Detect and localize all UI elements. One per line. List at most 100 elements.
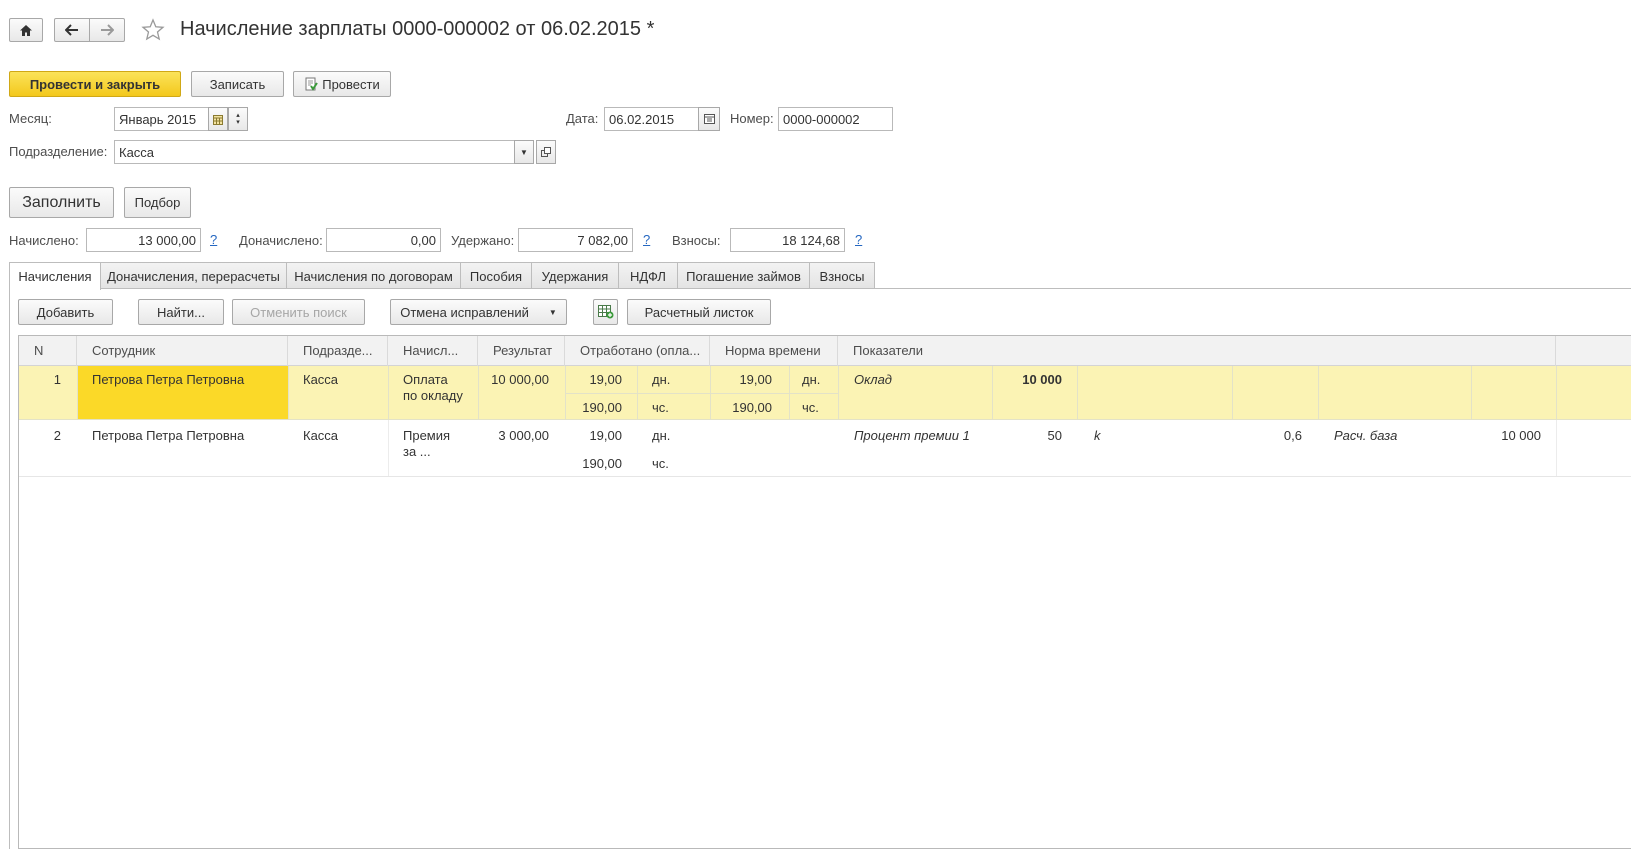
open-link-icon xyxy=(541,147,551,157)
table-row[interactable]: 2 Петрова Петра Петровна Касса Премия за… xyxy=(19,420,1631,477)
month-label: Месяц: xyxy=(9,111,52,126)
department-label: Подразделение: xyxy=(9,144,108,159)
department-field[interactable]: Касса xyxy=(114,140,515,164)
row-divider xyxy=(565,393,838,394)
cancel-fixes-dropdown[interactable]: Отмена исправлений ▼ xyxy=(390,299,567,325)
withheld-help-link[interactable]: ? xyxy=(643,232,650,247)
contributions-help-link[interactable]: ? xyxy=(855,232,862,247)
withheld-label: Удержано: xyxy=(451,233,515,248)
back-button[interactable] xyxy=(54,18,90,42)
department-open-button[interactable] xyxy=(536,140,556,164)
chevron-down-icon: ▼ xyxy=(520,147,528,157)
select-button[interactable]: Подбор xyxy=(124,187,191,218)
col-employee[interactable]: Сотрудник xyxy=(77,336,288,366)
col-divider xyxy=(388,420,389,476)
save-button[interactable]: Записать xyxy=(191,71,284,97)
star-icon xyxy=(141,18,165,41)
employee-name[interactable]: Петрова Петра Петровна xyxy=(92,372,244,387)
tab-loan-repayment[interactable]: Погашение займов xyxy=(677,262,810,289)
date-label: Дата: xyxy=(566,111,599,126)
extra-accrued-field: 0,00 xyxy=(326,228,441,252)
cancel-fixes-label: Отмена исправлений xyxy=(400,304,529,320)
col-time-norm[interactable]: Норма времени xyxy=(710,336,838,366)
forward-button[interactable] xyxy=(89,18,125,42)
month-field[interactable]: Январь 2015 xyxy=(114,107,209,131)
month-calendar-button[interactable] xyxy=(208,107,228,131)
accrual-type-line1[interactable]: Премия xyxy=(403,428,450,443)
worked-hours[interactable]: 190,00 xyxy=(565,400,622,415)
tab-ndfl[interactable]: НДФЛ xyxy=(618,262,678,289)
accrual-type-line2[interactable]: по окладу xyxy=(403,388,463,403)
post-button[interactable]: Провести xyxy=(293,71,391,97)
favorite-star-button[interactable] xyxy=(141,18,165,42)
col-divider xyxy=(1556,366,1557,419)
calendar-icon xyxy=(213,114,223,125)
indicator-value[interactable]: 10 000 xyxy=(1471,428,1541,443)
col-accrual[interactable]: Начисл... xyxy=(388,336,478,366)
col-divider xyxy=(1471,366,1472,419)
col-worked[interactable]: Отработано (опла... xyxy=(565,336,710,366)
extra-accrued-label: Доначислено: xyxy=(239,233,323,248)
home-button[interactable] xyxy=(9,18,43,42)
col-divider xyxy=(1077,366,1078,419)
indicator-value[interactable]: 50 xyxy=(992,428,1062,443)
calendar-icon xyxy=(703,114,715,124)
fill-button[interactable]: Заполнить xyxy=(9,187,114,218)
tab-extra-accruals[interactable]: Доначисления, перерасчеты xyxy=(100,262,287,289)
indicator-name: Оклад xyxy=(854,372,892,387)
home-icon xyxy=(20,24,32,36)
worked-days[interactable]: 19,00 xyxy=(565,428,622,443)
department-dropdown-button[interactable]: ▼ xyxy=(514,140,534,164)
back-arrow-icon xyxy=(65,24,78,36)
accrual-type-line1[interactable]: Оплата xyxy=(403,372,448,387)
norm-hours[interactable]: 190,00 xyxy=(710,400,772,415)
col-divider xyxy=(388,366,389,419)
number-field[interactable]: 0000-000002 xyxy=(778,107,893,131)
add-table-button[interactable] xyxy=(593,299,618,325)
cancel-search-button[interactable]: Отменить поиск xyxy=(232,299,365,325)
accrued-help-link[interactable]: ? xyxy=(210,232,217,247)
table-row[interactable]: 1 Петрова Петра Петровна Касса Оплата по… xyxy=(19,366,1631,420)
employee-name[interactable]: Петрова Петра Петровна xyxy=(92,428,244,443)
find-button[interactable]: Найти... xyxy=(138,299,224,325)
norm-days-unit: дн. xyxy=(802,372,821,387)
col-n[interactable]: N xyxy=(19,336,77,366)
col-result[interactable]: Результат xyxy=(478,336,565,366)
page-title: Начисление зарплаты 0000-000002 от 06.02… xyxy=(180,18,655,40)
col-divider xyxy=(1232,366,1233,419)
tab-withholdings[interactable]: Удержания xyxy=(531,262,619,289)
col-divider xyxy=(288,366,289,419)
date-picker-button[interactable] xyxy=(698,107,720,131)
tab-contract-accruals[interactable]: Начисления по договорам xyxy=(286,262,461,289)
department-name[interactable]: Касса xyxy=(303,372,338,387)
result-value[interactable]: 3 000,00 xyxy=(478,428,549,443)
indicator-name: k xyxy=(1094,428,1101,443)
contributions-label: Взносы: xyxy=(672,233,721,248)
worked-days-unit: дн. xyxy=(652,428,671,443)
tab-contributions[interactable]: Взносы xyxy=(809,262,875,289)
indicator-value[interactable]: 10 000 xyxy=(992,372,1062,387)
date-field[interactable]: 06.02.2015 xyxy=(604,107,699,131)
forward-arrow-icon xyxy=(101,24,114,36)
add-row-button[interactable]: Добавить xyxy=(18,299,113,325)
col-indicators[interactable]: Показатели xyxy=(838,336,1556,366)
month-spinner[interactable]: ▴ ▾ xyxy=(228,107,248,131)
tab-benefits[interactable]: Пособия xyxy=(460,262,532,289)
indicator-value[interactable]: 0,6 xyxy=(1232,428,1302,443)
table-header: N Сотрудник Подразде... Начисл... Резуль… xyxy=(19,336,1631,366)
tab-accruals[interactable]: Начисления xyxy=(9,262,101,290)
payslip-button[interactable]: Расчетный листок xyxy=(627,299,771,325)
post-document-icon xyxy=(305,77,319,91)
col-department[interactable]: Подразде... xyxy=(288,336,388,366)
department-name[interactable]: Касса xyxy=(303,428,338,443)
worked-days[interactable]: 19,00 xyxy=(565,372,622,387)
post-and-close-button[interactable]: Провести и закрыть xyxy=(9,71,181,97)
accrued-label: Начислено: xyxy=(9,233,79,248)
accrued-field: 13 000,00 xyxy=(86,228,201,252)
accrual-type-line2[interactable]: за ... xyxy=(403,444,431,459)
result-value[interactable]: 10 000,00 xyxy=(478,372,549,387)
number-label: Номер: xyxy=(730,111,774,126)
withheld-field: 7 082,00 xyxy=(518,228,633,252)
norm-days[interactable]: 19,00 xyxy=(710,372,772,387)
worked-hours[interactable]: 190,00 xyxy=(565,456,622,471)
